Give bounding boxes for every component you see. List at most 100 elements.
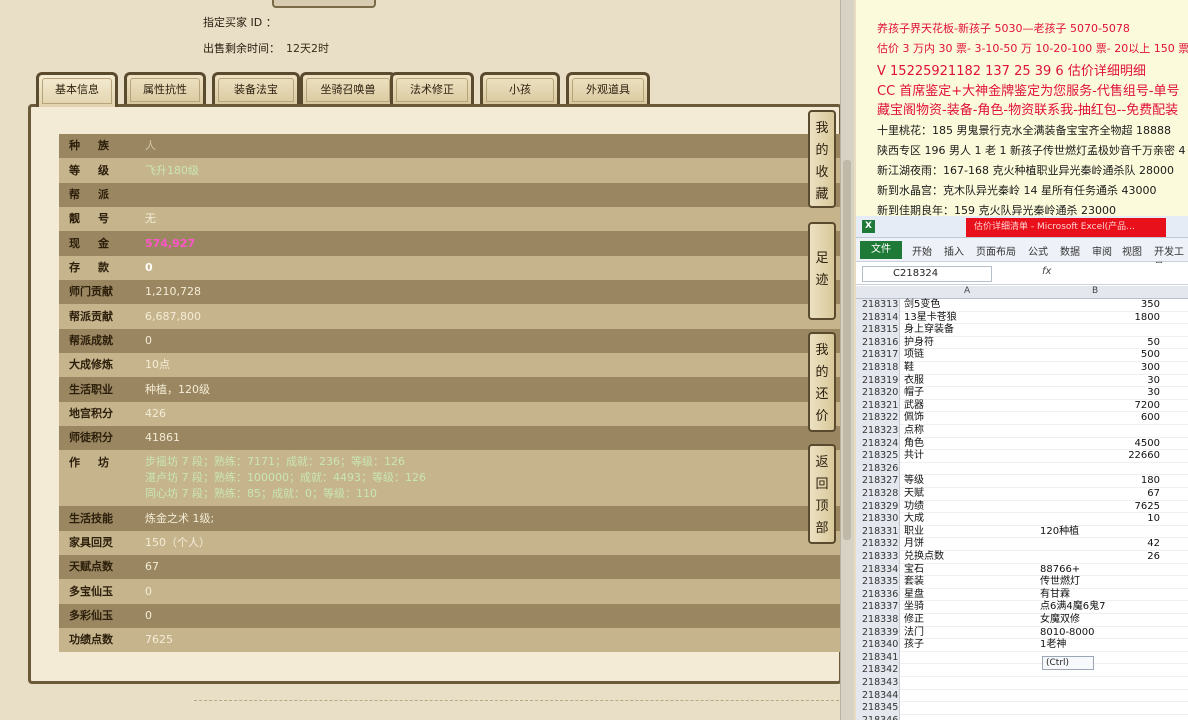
table-row[interactable]: 218334 宝石 88766+ (856, 563, 1188, 577)
row-number[interactable]: 218333 (856, 551, 900, 564)
row-number[interactable]: 218344 (856, 689, 900, 703)
row-number[interactable]: 218313 (856, 299, 900, 312)
cell-a[interactable]: 帽子 (904, 387, 924, 400)
cell-a[interactable]: 身上穿装备 (904, 324, 954, 337)
cell-a[interactable]: 星盘 (904, 589, 924, 602)
cell-a[interactable]: 月饼 (904, 538, 924, 551)
row-number[interactable]: 218341 (856, 651, 900, 665)
cell-b[interactable]: 500 (1141, 349, 1160, 362)
cell-b[interactable]: 67 (1147, 488, 1160, 501)
table-row[interactable]: 218336 星盘 有甘霖 (856, 588, 1188, 602)
back-to-top-button[interactable]: 返回顶部 (808, 444, 836, 544)
excel-app-icon[interactable]: X (862, 220, 875, 233)
tab-attributes[interactable]: 属性抗性 (124, 72, 206, 105)
cell-a[interactable]: 功绩 (904, 501, 924, 514)
cell-b[interactable]: 1老神 (1040, 639, 1066, 652)
cell-a[interactable]: 共计 (904, 450, 924, 463)
table-row[interactable]: 218314 13星卡苍狼 1800 (856, 311, 1188, 325)
cell-a[interactable]: 武器 (904, 400, 924, 413)
favorites-button[interactable]: 我的收藏 (808, 110, 836, 208)
cell-a[interactable]: 佩饰 (904, 412, 924, 425)
cell-a[interactable]: 剑5变色 (904, 299, 940, 312)
ribbon-tab-view[interactable]: 视图 (1122, 243, 1142, 258)
table-row[interactable]: 218322 佩饰 600 (856, 412, 1188, 425)
cell-a[interactable]: 护身符 (904, 337, 934, 350)
row-number[interactable]: 218340 (856, 639, 900, 652)
cell-a[interactable]: 大成 (904, 513, 924, 526)
table-row[interactable]: 218326 (856, 462, 1188, 476)
cell-b[interactable]: 传世燃灯 (1040, 576, 1080, 589)
column-b-header[interactable]: B (1092, 286, 1098, 296)
cell-b[interactable]: 300 (1141, 362, 1160, 375)
table-row[interactable]: 218338 修正 女魔双修 (856, 614, 1188, 627)
cell-b[interactable]: 1800 (1135, 312, 1160, 325)
table-row[interactable]: 218316 护身符 50 (856, 336, 1188, 350)
ribbon-tab-home[interactable]: 开始 (912, 243, 932, 258)
row-number[interactable]: 218332 (856, 538, 900, 551)
cell-a[interactable]: 天赋 (904, 488, 924, 501)
cell-b[interactable]: 50 (1147, 337, 1160, 350)
table-row[interactable]: 218346 (856, 714, 1188, 720)
table-row[interactable]: 218344 (856, 689, 1188, 703)
table-row[interactable]: 218325 共计 22660 (856, 450, 1188, 463)
row-number[interactable]: 218315 (856, 324, 900, 337)
table-row[interactable]: 218323 点称 (856, 425, 1188, 438)
row-number[interactable]: 218334 (856, 563, 900, 577)
table-row[interactable]: 218321 武器 7200 (856, 399, 1188, 413)
cell-a[interactable]: 套装 (904, 576, 924, 589)
cell-b[interactable]: 7200 (1135, 400, 1160, 413)
table-row[interactable]: 218327 等级 180 (856, 475, 1188, 488)
ribbon-tab-formulas[interactable]: 公式 (1028, 243, 1048, 258)
row-number[interactable]: 218331 (856, 525, 900, 539)
tab-appearance[interactable]: 外观道具 (566, 72, 650, 105)
cell-a[interactable]: 衣服 (904, 375, 924, 388)
table-row[interactable]: 218328 天赋 67 (856, 488, 1188, 501)
table-row[interactable]: 218324 角色 4500 (856, 437, 1188, 451)
cell-b[interactable]: 30 (1147, 375, 1160, 388)
cell-a[interactable]: 孩子 (904, 639, 924, 652)
cell-a[interactable]: 修正 (904, 614, 924, 627)
row-number[interactable]: 218323 (856, 425, 900, 438)
cell-b[interactable]: 88766+ (1040, 564, 1080, 577)
tab-child[interactable]: 小孩 (480, 72, 560, 105)
row-number[interactable]: 218339 (856, 626, 900, 640)
row-number[interactable]: 218320 (856, 387, 900, 400)
top-action-button[interactable] (272, 0, 376, 8)
row-number[interactable]: 218314 (856, 311, 900, 325)
row-number[interactable]: 218318 (856, 362, 900, 375)
table-row[interactable]: 218335 套装 传世燃灯 (856, 576, 1188, 589)
cell-a[interactable]: 等级 (904, 475, 924, 488)
cell-b[interactable]: 10 (1147, 513, 1160, 526)
table-row[interactable]: 218343 (856, 677, 1188, 690)
table-row[interactable]: 218318 鞋 300 (856, 362, 1188, 375)
table-row[interactable]: 218320 帽子 30 (856, 387, 1188, 400)
table-row[interactable]: 218319 衣服 30 (856, 374, 1188, 388)
cell-b[interactable]: 22660 (1128, 450, 1160, 463)
table-row[interactable]: 218332 月饼 42 (856, 538, 1188, 551)
fx-icon[interactable]: fx (1042, 266, 1051, 277)
my-offer-button[interactable]: 我的还价 (808, 332, 836, 432)
row-number[interactable]: 218325 (856, 450, 900, 463)
cell-b[interactable]: 120种植 (1040, 526, 1079, 539)
table-row[interactable]: 218333 兑换点数 26 (856, 551, 1188, 564)
cell-b[interactable]: 女魔双修 (1040, 614, 1080, 627)
row-number[interactable]: 218322 (856, 412, 900, 425)
row-number[interactable]: 218324 (856, 437, 900, 451)
cell-a[interactable]: 宝石 (904, 564, 924, 577)
row-number[interactable]: 218336 (856, 588, 900, 602)
table-row[interactable]: 218341 (856, 651, 1188, 665)
cell-b[interactable]: 26 (1147, 551, 1160, 564)
cell-a[interactable]: 职业 (904, 526, 924, 539)
cell-b[interactable]: 42 (1147, 538, 1160, 551)
row-number[interactable]: 218346 (856, 714, 900, 720)
tab-mounts-pets[interactable]: 坐骑召唤兽 (300, 72, 396, 105)
cell-b[interactable]: 4500 (1135, 438, 1160, 451)
table-row[interactable]: 218337 坐骑 点6满4魔6鬼7 (856, 601, 1188, 614)
cell-b[interactable]: 点6满4魔6鬼7 (1040, 601, 1105, 614)
row-number[interactable]: 218317 (856, 349, 900, 362)
cell-a[interactable]: 角色 (904, 438, 924, 451)
tab-spell-correction[interactable]: 法术修正 (390, 72, 474, 105)
cell-b[interactable]: 30 (1147, 387, 1160, 400)
tab-basic-info[interactable]: 基本信息 (36, 72, 118, 107)
row-number[interactable]: 218327 (856, 475, 900, 488)
